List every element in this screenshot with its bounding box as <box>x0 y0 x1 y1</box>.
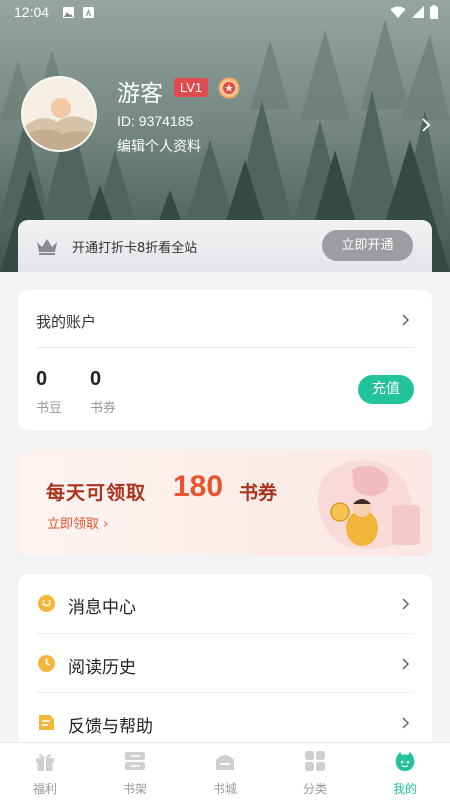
message-icon <box>38 595 55 612</box>
status-bar: 12:04 <box>0 0 450 26</box>
tab-bookstore[interactable]: 书城 <box>180 743 270 800</box>
category-grid-icon <box>305 751 325 771</box>
tab-welfare[interactable]: 福利 <box>0 743 90 800</box>
history-clock-icon <box>38 655 55 672</box>
book-coupons-value: 0 <box>90 368 102 390</box>
battery-icon <box>430 5 438 19</box>
status-right-icons <box>390 5 438 19</box>
menu-list: 消息中心 阅读历史 反馈与帮助 <box>18 574 432 749</box>
wifi-icon <box>390 6 406 18</box>
book-beans-stat[interactable]: 0 书豆 <box>36 368 62 416</box>
bookstore-icon <box>216 755 234 770</box>
book-coupons-stat[interactable]: 0 书券 <box>90 368 116 416</box>
promo-illustration <box>318 460 420 550</box>
bottom-tab-bar: 福利 书架 书城 分类 我的 <box>0 742 450 800</box>
promo-headline-suffix: 书券 <box>239 482 278 504</box>
avatar-placeholder-icon <box>23 78 95 150</box>
daily-coupon-promo-banner[interactable]: 每天可领取 180 书券 立即领取 › <box>18 450 432 556</box>
tab-label: 书架 <box>122 782 147 796</box>
book-coupons-label: 书券 <box>90 401 117 416</box>
activate-vip-button[interactable]: 立即开通 <box>322 230 413 261</box>
signal-icon <box>412 5 424 18</box>
username: 游客 <box>117 81 163 107</box>
chevron-right-icon <box>402 658 410 670</box>
font-notification-icon <box>83 7 94 18</box>
tab-label: 书城 <box>212 782 237 796</box>
claim-now-link[interactable]: 立即领取 › <box>47 513 108 532</box>
level-badge: LV1 <box>174 78 209 97</box>
chevron-right-icon[interactable] <box>401 313 410 327</box>
menu-item-message-center[interactable]: 消息中心 <box>18 574 432 633</box>
status-time: 12:04 <box>14 4 50 20</box>
gift-icon <box>36 754 54 771</box>
tab-label: 我的 <box>392 782 417 796</box>
chevron-right-icon <box>402 717 410 729</box>
avatar[interactable] <box>21 76 97 152</box>
menu-item-label: 消息中心 <box>68 598 136 618</box>
account-card: 我的账户 0 书豆 0 书券 充值 <box>18 290 432 430</box>
vip-banner-text: 开通打折卡8折看全站 <box>72 241 198 256</box>
divider <box>36 347 414 348</box>
profile-face-icon <box>395 752 415 771</box>
menu-item-label: 阅读历史 <box>68 658 136 678</box>
medal-icon <box>218 77 240 99</box>
chevron-right-icon[interactable] <box>420 117 432 133</box>
edit-profile-link[interactable]: 编辑个人资料 <box>117 136 201 156</box>
menu-item-label: 反馈与帮助 <box>68 717 153 737</box>
tab-label: 福利 <box>32 782 57 796</box>
book-beans-value: 0 <box>36 368 48 390</box>
tab-label: 分类 <box>302 782 327 796</box>
crown-icon <box>37 239 57 255</box>
account-title[interactable]: 我的账户 <box>36 311 96 332</box>
recharge-button[interactable]: 充值 <box>358 375 414 404</box>
gallery-notification-icon <box>63 7 74 18</box>
tab-bookshelf[interactable]: 书架 <box>90 743 180 800</box>
tab-category[interactable]: 分类 <box>270 743 360 800</box>
menu-item-feedback-help[interactable]: 反馈与帮助 <box>18 693 432 749</box>
user-id: ID: 9374185 <box>117 113 194 129</box>
book-beans-label: 书豆 <box>36 401 63 416</box>
promo-headline-prefix: 每天可领取 <box>46 482 147 504</box>
chevron-right-icon <box>402 598 410 610</box>
menu-item-reading-history[interactable]: 阅读历史 <box>18 634 432 693</box>
vip-discount-banner[interactable]: 开通打折卡8折看全站 立即开通 <box>18 220 432 272</box>
feedback-icon <box>39 715 54 730</box>
promo-headline-number: 180 <box>173 470 224 503</box>
tab-mine[interactable]: 我的 <box>360 743 450 800</box>
bookshelf-icon <box>125 752 145 770</box>
